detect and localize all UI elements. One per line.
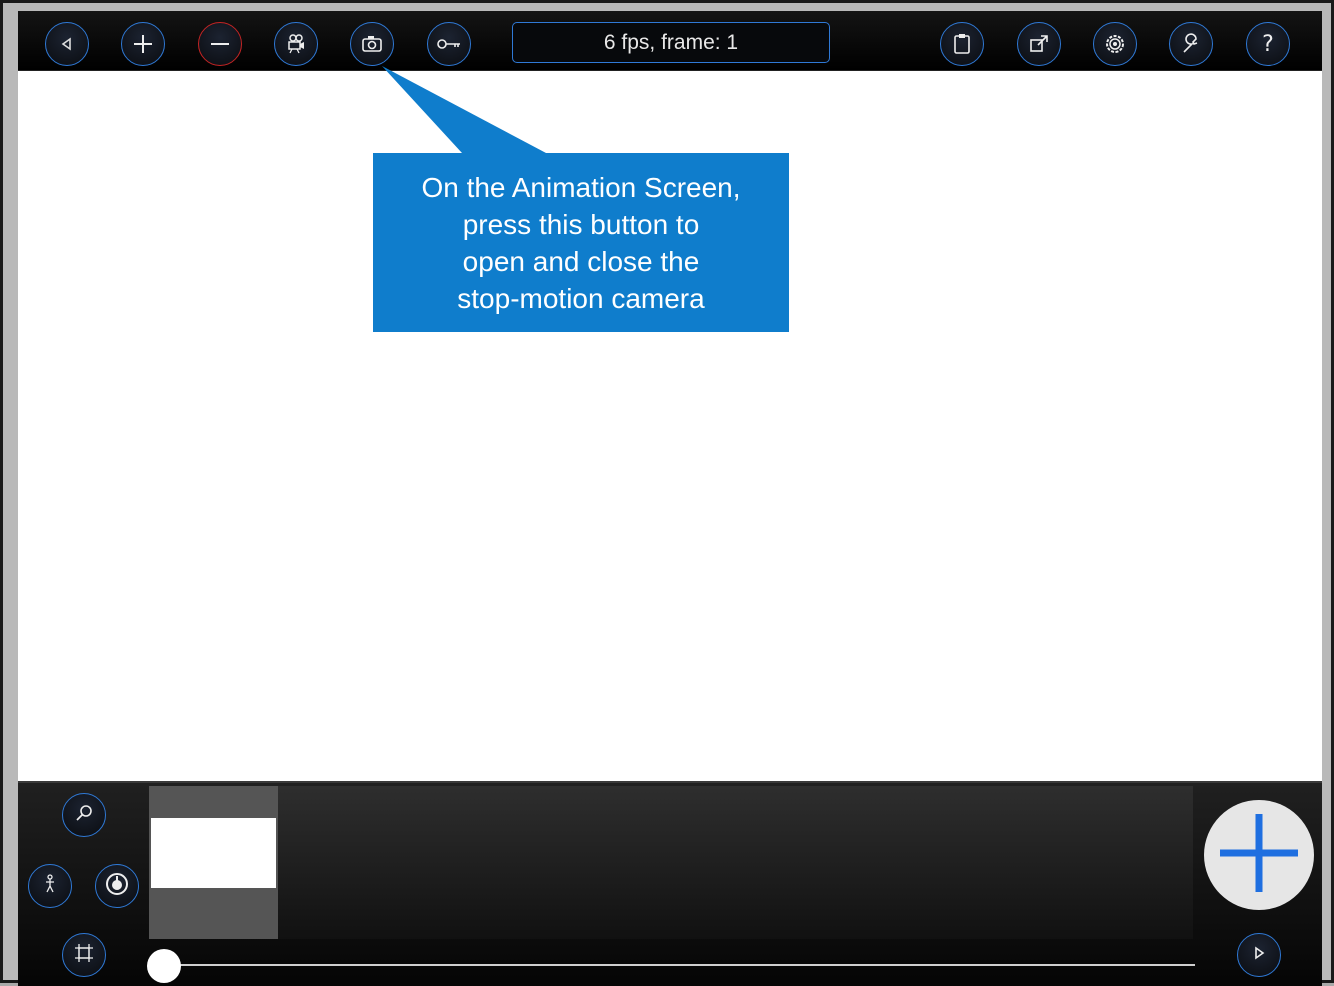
fit-button[interactable] xyxy=(62,933,106,977)
magnifier-icon xyxy=(74,803,94,828)
add-frame-button[interactable] xyxy=(1204,800,1314,910)
tools-button[interactable] xyxy=(1169,22,1213,66)
frame-strip[interactable] xyxy=(149,786,1193,939)
zoom-button[interactable] xyxy=(62,793,106,837)
big-plus-icon xyxy=(1216,810,1302,901)
question-icon: ? xyxy=(1262,31,1274,57)
wrench-icon xyxy=(1180,33,1202,55)
callout-line: press this button to xyxy=(462,208,700,240)
tutorial-callout: On the Animation Screen, press this butt… xyxy=(373,153,789,332)
frame-fit-icon xyxy=(74,943,94,968)
export-button[interactable] xyxy=(1017,22,1061,66)
export-icon xyxy=(1028,33,1050,55)
timeline-panel xyxy=(18,781,1322,986)
help-button[interactable]: ? xyxy=(1246,22,1290,66)
play-icon xyxy=(1252,945,1266,965)
scrubber-knob[interactable] xyxy=(147,949,181,983)
clipboard-icon xyxy=(953,33,971,55)
callout-line: On the Animation Screen, xyxy=(421,171,741,203)
stick-figure-icon xyxy=(42,873,58,899)
settings-button[interactable] xyxy=(1093,22,1137,66)
figure-button[interactable] xyxy=(28,864,72,908)
play-button[interactable] xyxy=(1237,933,1281,977)
gear-icon xyxy=(1104,33,1126,55)
window-frame: 6 fps, frame: 1 ? On the Animation Scree… xyxy=(0,0,1334,986)
dial-icon xyxy=(105,872,129,901)
clipboard-button[interactable] xyxy=(940,22,984,66)
frame-cell[interactable] xyxy=(149,786,278,939)
frame-thumbnail[interactable] xyxy=(151,818,276,888)
callout-line: open and close the xyxy=(462,245,700,277)
animation-screen: 6 fps, frame: 1 ? On the Animation Scree… xyxy=(18,11,1322,986)
onion-skin-button[interactable] xyxy=(95,864,139,908)
callout-line: stop-motion camera xyxy=(457,282,705,314)
scrubber-track[interactable] xyxy=(163,964,1195,966)
